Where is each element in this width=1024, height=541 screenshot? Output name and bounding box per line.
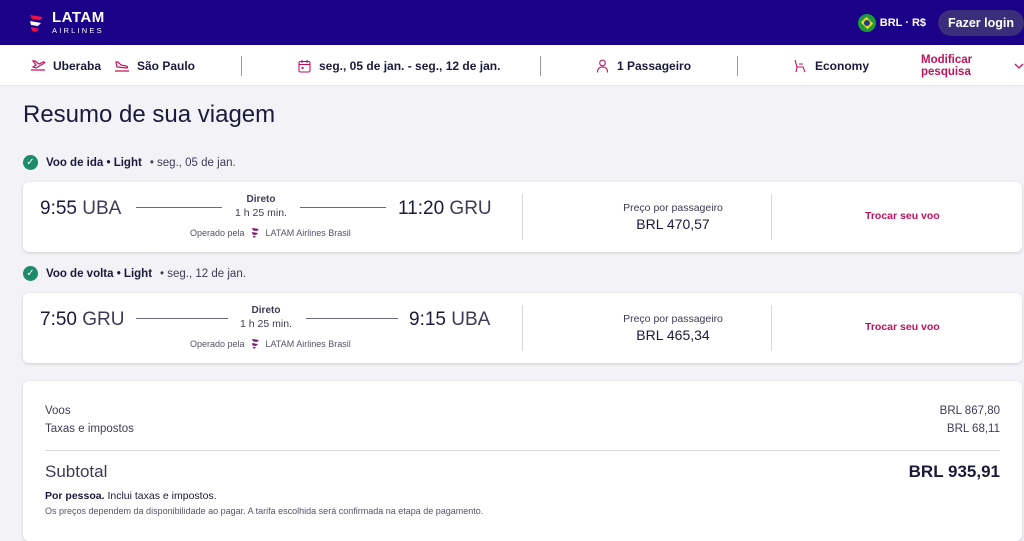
price-value: BRL 470,57 — [636, 216, 710, 232]
dates-field[interactable]: seg., 05 de jan. - seg., 12 de jan. — [296, 45, 500, 86]
arrival-time: 11:20 — [398, 198, 445, 219]
passengers-field[interactable]: 1 Passageiro — [594, 45, 691, 86]
taxes-row: Taxas e impostos BRL 68,11 — [45, 423, 1000, 435]
operator-name: LATAM Airlines Brasil — [265, 227, 351, 238]
duration-label: 1 h 25 min. — [240, 318, 292, 330]
outbound-header: ✓ Voo de ida • Light • seg., 05 de jan. — [23, 155, 236, 170]
seat-icon — [792, 58, 808, 74]
change-return-flight-link[interactable]: Trocar seu voo — [865, 321, 940, 333]
passengers-label: 1 Passageiro — [617, 58, 692, 73]
check-icon: ✓ — [23, 155, 38, 170]
return-departure: 7:50 GRU — [40, 309, 125, 331]
price-value: BRL 465,34 — [636, 327, 710, 343]
destination-label: São Paulo — [137, 58, 196, 73]
return-arrival: 9:15 UBA — [409, 309, 490, 331]
landing-icon — [114, 58, 130, 74]
dates-label: seg., 05 de jan. - seg., 12 de jan. — [319, 58, 501, 73]
divider — [771, 305, 772, 351]
operated-label: Operado pela — [190, 338, 245, 349]
departure-airport: GRU — [82, 309, 125, 330]
latam-small-logo-icon — [251, 338, 260, 349]
check-icon: ✓ — [23, 266, 38, 281]
return-price: Preço por passageiro BRL 465,34 — [603, 313, 743, 343]
stops-label: Direto — [251, 305, 281, 316]
price-label: Preço por passageiro — [623, 202, 723, 214]
route-line — [136, 318, 228, 319]
calendar-icon — [296, 58, 312, 74]
departure-time: 9:55 — [40, 198, 77, 219]
origin-label: Uberaba — [53, 58, 102, 73]
top-bar: LATAM AIRLINES BRL · R$ Fazer login — [0, 0, 1024, 45]
takeoff-icon — [30, 58, 46, 74]
change-outbound-flight-link[interactable]: Trocar seu voo — [865, 210, 940, 222]
per-person-bold: Por pessoa. — [45, 490, 105, 502]
flights-value: BRL 867,80 — [939, 405, 1000, 417]
search-summary-bar: Uberaba São Paulo seg., 05 de jan. - seg… — [0, 45, 1024, 86]
divider — [522, 194, 523, 240]
page-title: Resumo de sua viagem — [23, 101, 276, 128]
outbound-price: Preço por passageiro BRL 470,57 — [603, 202, 743, 232]
latam-logo-icon — [28, 12, 46, 34]
per-person-rest: Inclui taxas e impostos. — [104, 490, 217, 502]
arrival-airport: UBA — [451, 309, 491, 330]
brand-name: LATAM — [52, 9, 105, 27]
brazil-flag-icon — [857, 13, 876, 32]
destination-field[interactable]: São Paulo — [114, 45, 195, 86]
flights-row: Voos BRL 867,80 — [45, 405, 1000, 417]
cabin-label: Economy — [815, 58, 870, 73]
departure-time: 7:50 — [40, 309, 77, 330]
person-icon — [594, 58, 610, 74]
taxes-value: BRL 68,11 — [946, 423, 1000, 435]
return-flight-card: 7:50 GRU Direto 1 h 25 min. 9:15 UBA Ope… — [23, 293, 1022, 363]
price-summary-card: Voos BRL 867,80 Taxas e impostos BRL 68,… — [23, 381, 1022, 541]
taxes-label: Taxas e impostos — [45, 423, 134, 435]
outbound-title: Voo de ida • Light — [46, 156, 142, 169]
chevron-down-icon — [1014, 59, 1024, 73]
subtotal-value: BRL 935,91 — [908, 462, 1000, 481]
operator-name: LATAM Airlines Brasil — [265, 338, 351, 349]
outbound-flight-card: 9:55 UBA Direto 1 h 25 min. 11:20 GRU Op… — [23, 182, 1022, 252]
brand-subtitle: AIRLINES — [52, 26, 104, 36]
per-person-note: Por pessoa. Inclui taxas e impostos. — [45, 490, 217, 502]
arrival-time: 9:15 — [409, 309, 446, 330]
latam-logo[interactable]: LATAM AIRLINES — [28, 10, 105, 35]
subtotal-label: Subtotal — [45, 462, 108, 481]
divider — [540, 56, 541, 76]
departure-airport: UBA — [82, 198, 122, 219]
duration-label: 1 h 25 min. — [235, 207, 287, 219]
subtotal-row: Subtotal BRL 935,91 — [45, 462, 1000, 482]
operated-label: Operado pela — [190, 227, 245, 238]
divider — [771, 194, 772, 240]
route-line — [136, 207, 222, 208]
divider — [45, 450, 1000, 451]
divider — [522, 305, 523, 351]
operated-by: Operado pela LATAM Airlines Brasil — [190, 338, 351, 349]
modify-search-label: Modificar pesquisa — [921, 53, 973, 78]
route-line — [306, 318, 398, 319]
currency-label: BRL · R$ — [879, 16, 927, 29]
route-line — [300, 207, 386, 208]
flights-label: Voos — [45, 405, 71, 417]
origin-field[interactable]: Uberaba — [30, 45, 101, 86]
latam-small-logo-icon — [251, 227, 260, 238]
price-disclaimer: Os preços dependem da disponibilidade ao… — [45, 506, 484, 516]
flight-stops-info: Direto 1 h 25 min. — [221, 305, 311, 330]
flight-stops-info: Direto 1 h 25 min. — [216, 194, 306, 219]
arrival-airport: GRU — [449, 198, 492, 219]
stops-label: Direto — [246, 194, 276, 205]
return-header: ✓ Voo de volta • Light • seg., 12 de jan… — [23, 266, 246, 281]
currency-selector[interactable]: BRL · R$ — [857, 13, 927, 32]
outbound-date: • seg., 05 de jan. — [149, 156, 236, 169]
login-button[interactable]: Fazer login — [938, 9, 1024, 36]
return-title: Voo de volta • Light — [46, 267, 153, 280]
cabin-field[interactable]: Economy — [792, 45, 869, 86]
divider — [241, 56, 242, 76]
operated-by: Operado pela LATAM Airlines Brasil — [190, 227, 351, 238]
outbound-departure: 9:55 UBA — [40, 198, 121, 220]
outbound-arrival: 11:20 GRU — [398, 198, 492, 220]
divider — [737, 56, 738, 76]
modify-search-link[interactable]: Modificar pesquisa — [921, 45, 1024, 86]
price-label: Preço por passageiro — [623, 313, 723, 325]
return-date: • seg., 12 de jan. — [160, 267, 246, 280]
